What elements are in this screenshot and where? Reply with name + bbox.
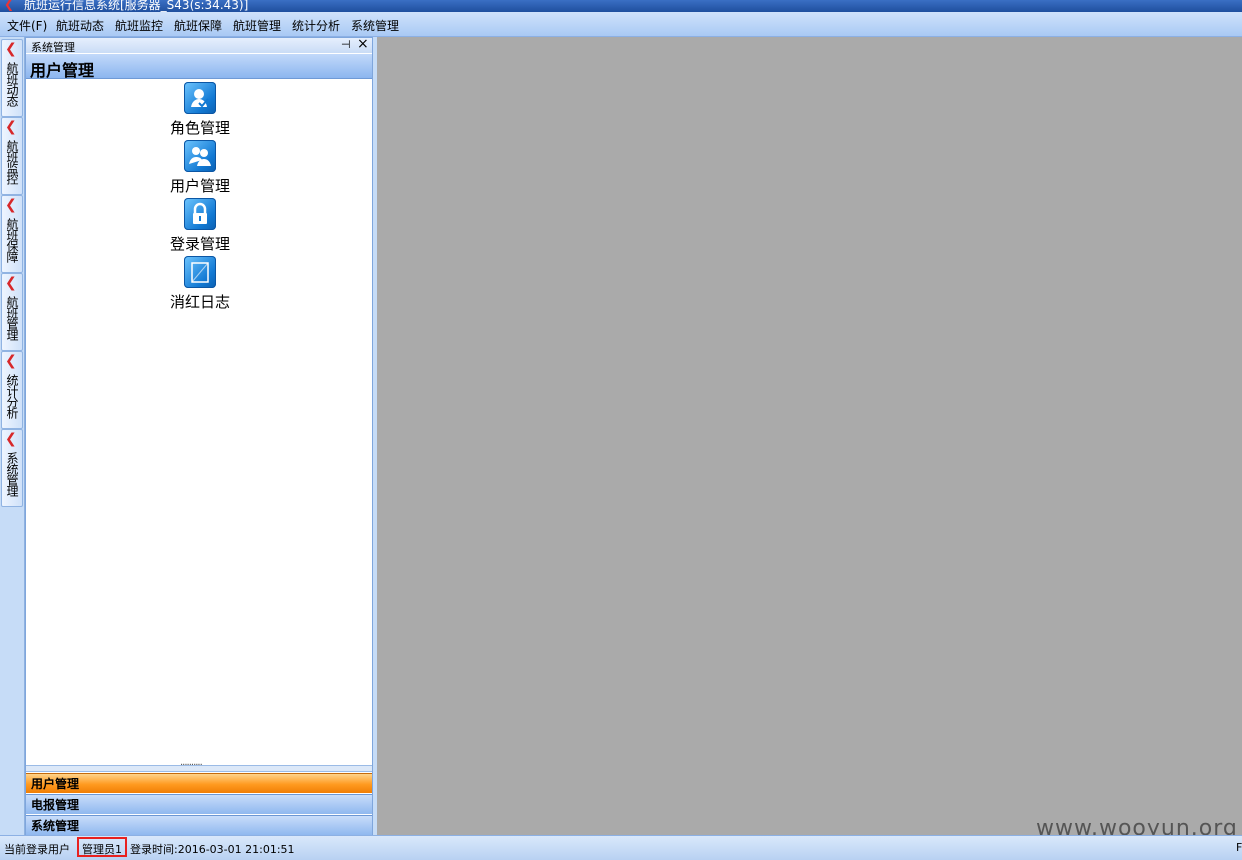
lock-icon	[184, 198, 216, 230]
status-bar: 当前登录用户 管理员1 登录时间:2016-03-01 21:01:51 F	[0, 835, 1242, 860]
group-header: 用户管理	[26, 54, 372, 80]
panel-caption-text: 系统管理	[31, 41, 75, 54]
vtab-label: 航班监控	[5, 140, 19, 184]
tile-login-management[interactable]: 登录管理	[156, 198, 244, 254]
vtab-label: 系统管理	[5, 452, 19, 496]
group-title: 用户管理	[30, 61, 95, 80]
airline-logo-icon: ❮	[5, 41, 17, 57]
login-time: 登录时间:2016-03-01 21:01:51	[130, 843, 295, 856]
vtab-system-management[interactable]: ❮ 系统管理	[1, 429, 23, 507]
current-user-label: 当前登录用户	[4, 843, 70, 856]
menu-statistics[interactable]: 统计分析	[292, 17, 340, 34]
nav-system-management[interactable]: 系统管理	[26, 815, 372, 835]
airline-logo-icon: ❮	[5, 431, 17, 447]
tile-log[interactable]: 消红日志	[156, 256, 244, 312]
vtab-label: 航班保障	[5, 218, 19, 262]
tile-role-management[interactable]: 角色管理	[156, 82, 244, 138]
vtab-label: 统计分析	[5, 374, 19, 418]
close-icon[interactable]: ×	[357, 36, 369, 52]
menu-bar: 文件(F) 航班动态 航班监控 航班保障 航班管理 统计分析 系统管理	[0, 12, 1242, 37]
menu-flight-support[interactable]: 航班保障	[174, 17, 222, 34]
airline-logo-icon: ❮	[5, 275, 17, 291]
menu-flight-status[interactable]: 航班动态	[56, 17, 104, 34]
vtab-label: 航班动态	[5, 62, 19, 106]
panel-caption: 系统管理 ⊣ ×	[26, 36, 372, 54]
users-icon	[184, 140, 216, 172]
log-icon	[184, 256, 216, 288]
tile-label: 登录管理	[169, 235, 230, 253]
role-user-check-icon	[184, 82, 216, 114]
menu-system-management[interactable]: 系统管理	[351, 17, 399, 34]
vtab-label: 航班管理	[5, 296, 19, 340]
airline-logo-icon: ❮	[5, 353, 17, 369]
vtab-flight-monitor[interactable]: ❮ 航班监控	[1, 117, 23, 195]
left-tab-strip: ❮ 航班动态 ❮ 航班监控 ❮ 航班保障 ❮ 航班管理 ❮ 统计分析 ❮ 系统管…	[0, 37, 25, 835]
vtab-flight-status[interactable]: ❮ 航班动态	[1, 39, 23, 117]
workspace-area	[373, 37, 1242, 835]
pin-icon[interactable]: ⊣	[341, 38, 351, 51]
vtab-flight-support[interactable]: ❮ 航班保障	[1, 195, 23, 273]
vtab-statistics[interactable]: ❮ 统计分析	[1, 351, 23, 429]
menu-flight-monitor[interactable]: 航班监控	[115, 17, 163, 34]
airline-logo-icon: ❮	[5, 119, 17, 135]
nav-telegram-management[interactable]: 电报管理	[26, 794, 372, 814]
title-bar: ❮ 航班运行信息系统[服务器_S43(s:34.43)]	[0, 0, 1242, 12]
nav-user-management[interactable]: 用户管理	[26, 773, 372, 793]
status-right-text: F	[1236, 841, 1242, 854]
vtab-flight-management[interactable]: ❮ 航班管理	[1, 273, 23, 351]
window-title: 航班运行信息系统[服务器_S43(s:34.43)]	[24, 0, 249, 12]
menu-flight-management[interactable]: 航班管理	[233, 17, 281, 34]
current-user-value: 管理员1	[82, 843, 122, 856]
panel-splitter[interactable]: ··········	[26, 760, 372, 772]
airline-logo-icon: ❮	[5, 197, 17, 213]
tile-label: 消红日志	[169, 293, 230, 311]
grip-icon: ··········	[180, 760, 203, 771]
system-management-panel: 系统管理 ⊣ × 用户管理 角色管理 用户管理 登录管理 消红日志 ······…	[25, 36, 373, 835]
airline-logo-icon: ❮	[4, 0, 15, 11]
menu-file[interactable]: 文件(F)	[7, 17, 47, 34]
tile-user-management[interactable]: 用户管理	[156, 140, 244, 196]
tile-label: 角色管理	[169, 119, 230, 137]
tile-label: 用户管理	[169, 177, 230, 195]
